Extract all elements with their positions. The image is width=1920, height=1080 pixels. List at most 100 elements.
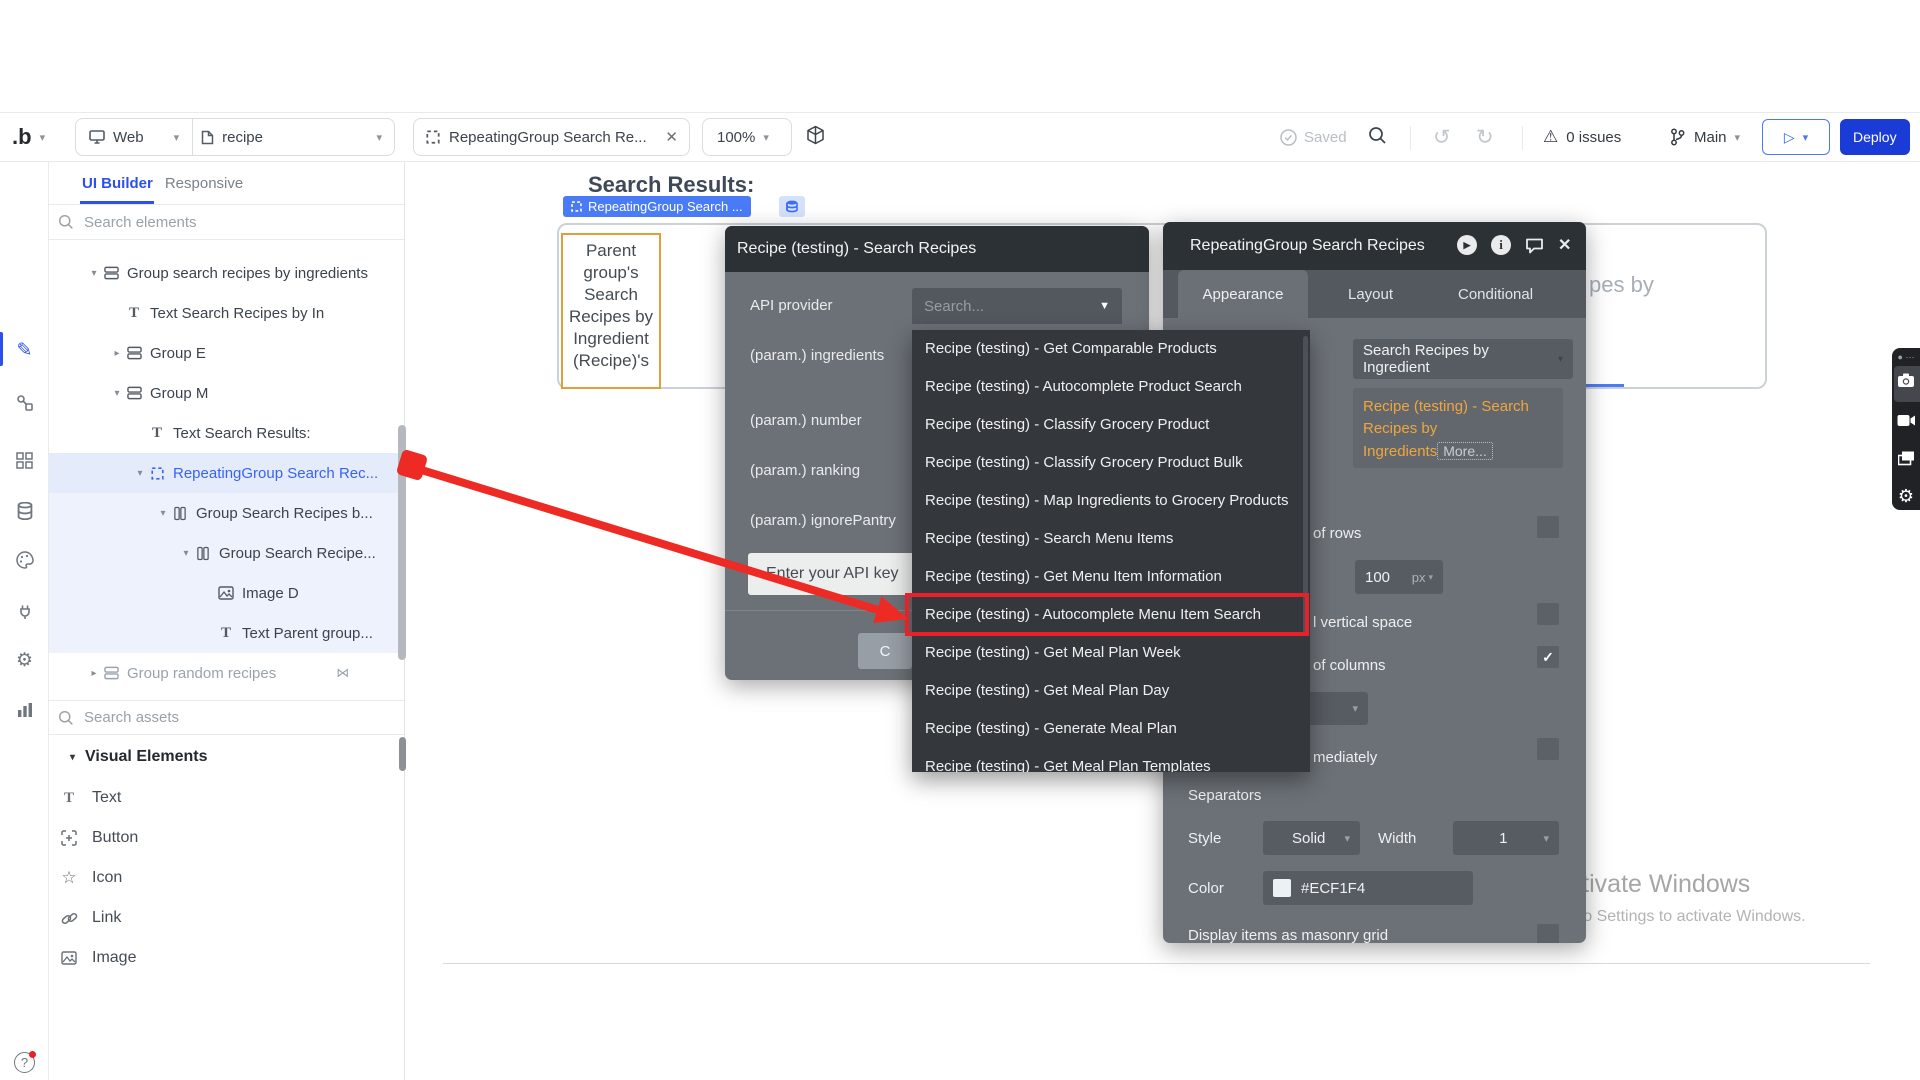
checkbox-unchecked[interactable] [1537, 516, 1559, 538]
separator-width-select[interactable]: 1 ▾ [1453, 821, 1559, 855]
git-branch-icon [1670, 128, 1685, 146]
dropdown-scrollbar[interactable] [1303, 336, 1308, 636]
separator-color-input[interactable]: #ECF1F4 [1263, 871, 1473, 905]
tab-responsive[interactable]: Responsive [165, 175, 243, 192]
more-dots-icon[interactable]: ● ⋯ [1892, 352, 1920, 363]
canvas-selected-cell[interactable]: Parent group's Search Recipes by Ingredi… [561, 233, 661, 389]
popup1-header[interactable]: Recipe (testing) - Search Recipes [725, 226, 1149, 272]
more-chip[interactable]: More... [1437, 442, 1493, 460]
checkbox-checked[interactable]: ✓ [1537, 646, 1559, 668]
preview-button[interactable]: ▷ ▾ [1762, 119, 1830, 155]
chevron-right-icon[interactable]: ▸ [110, 348, 124, 359]
grid-icon[interactable] [0, 442, 49, 478]
database-icon[interactable] [0, 493, 49, 529]
asset-item-link[interactable]: Link [49, 898, 404, 938]
chart-icon[interactable] [0, 692, 49, 728]
gear-icon[interactable]: ⚙ [1892, 486, 1920, 507]
asset-item-icon[interactable]: ☆Icon [49, 858, 404, 898]
type-of-content-input[interactable]: Search Recipes by Ingredient ▾ [1353, 339, 1573, 379]
help-icon[interactable]: ? [0, 1044, 49, 1080]
chevron-down-icon[interactable]: ▾ [156, 508, 170, 519]
play-circle-icon[interactable]: ▶ [1457, 235, 1477, 255]
branch-selector[interactable]: Main ▾ [1670, 113, 1740, 161]
dropdown-option[interactable]: Recipe (testing) - Map Ingredients to Gr… [912, 482, 1310, 520]
dropdown-option[interactable]: Recipe (testing) - Generate Meal Plan [912, 710, 1310, 748]
workflow-icon[interactable] [0, 385, 49, 421]
video-camera-icon[interactable] [1892, 414, 1920, 427]
tree-item[interactable]: ▾Group Search Recipe... [49, 533, 404, 573]
dropdown-option[interactable]: Recipe (testing) - Classify Grocery Prod… [912, 444, 1310, 482]
tree-item[interactable]: ▾Group Search Recipes b... [49, 493, 404, 533]
asset-item-image[interactable]: Image [49, 938, 404, 978]
chevron-down-icon[interactable]: ▾ [110, 388, 124, 399]
page-selector[interactable]: recipe [222, 129, 263, 146]
tree-item[interactable]: ▾Group search recipes by ingredients [49, 253, 404, 293]
gear-icon[interactable]: ⚙ [0, 642, 49, 678]
chevron-down-icon[interactable]: ▾ [133, 468, 147, 479]
tree-item[interactable]: ▾Group M [49, 373, 404, 413]
repeating-group-badge[interactable]: RepeatingGroup Search ... [563, 196, 751, 217]
canvas-heading[interactable]: Search Results: [588, 172, 754, 198]
undo-button[interactable]: ↺ [1433, 113, 1451, 161]
camera-icon[interactable] [1892, 373, 1920, 388]
palette-icon[interactable] [0, 542, 49, 578]
tree-item[interactable]: Image D [49, 573, 404, 613]
redo-button[interactable]: ↻ [1476, 113, 1494, 161]
search-button[interactable] [1368, 113, 1387, 161]
comment-icon[interactable] [1525, 237, 1544, 254]
color-swatch[interactable] [1273, 879, 1291, 897]
data-source-badge[interactable] [779, 196, 805, 217]
checkbox-unchecked[interactable] [1537, 738, 1559, 760]
asset-item-button[interactable]: Button [49, 818, 404, 858]
tab-conditional[interactable]: Conditional [1458, 270, 1533, 318]
chevron-down-icon[interactable]: ▾ [179, 548, 193, 559]
masonry-checkbox[interactable] [1537, 924, 1559, 943]
separator-style-select[interactable]: Solid ▾ [1263, 821, 1360, 855]
dropdown-option[interactable]: Recipe (testing) - Get Comparable Produc… [912, 330, 1310, 368]
tab-appearance[interactable]: Appearance [1178, 270, 1308, 318]
dropdown-option[interactable]: Recipe (testing) - Get Meal Plan Day [912, 672, 1310, 710]
dropdown-option[interactable]: Recipe (testing) - Search Menu Items [912, 520, 1310, 558]
device-selector[interactable]: Web [113, 129, 144, 146]
bubble-logo-menu[interactable]: .b ▾ [12, 113, 45, 161]
api-provider-select[interactable]: Search... ▼ [912, 288, 1122, 324]
tab-ui-builder[interactable]: UI Builder [82, 175, 153, 192]
asset-item-text[interactable]: TText [49, 778, 404, 818]
search-elements-input[interactable]: Search elements [49, 205, 404, 240]
chevron-down-icon[interactable]: ▾ [87, 268, 101, 279]
checkbox-unchecked[interactable] [1537, 603, 1559, 625]
assets-section-header[interactable]: ▾ Visual Elements [49, 738, 404, 776]
issues-indicator[interactable]: ⚠ 0 issues [1543, 113, 1621, 161]
component-library-button[interactable] [806, 113, 825, 161]
element-tab[interactable]: RepeatingGroup Search Re... ✕ [413, 118, 690, 156]
device-page-selector: Web ▾ recipe ▾ [75, 118, 395, 156]
dropdown-option[interactable]: Recipe (testing) - Autocomplete Product … [912, 368, 1310, 406]
popup1-close-button[interactable]: C [858, 633, 912, 669]
tab-layout[interactable]: Layout [1348, 270, 1393, 318]
dropdown-option[interactable]: Recipe (testing) - Classify Grocery Prod… [912, 406, 1310, 444]
row-height-input[interactable]: 100 px ▾ [1355, 560, 1443, 594]
search-assets-input[interactable]: Search assets [49, 700, 404, 735]
chevron-down-icon[interactable]: ▾ [376, 131, 382, 144]
tree-item[interactable]: TText Search Recipes by In [49, 293, 404, 333]
tree-scrollbar[interactable] [398, 425, 406, 660]
tree-item[interactable]: ▸Group E [49, 333, 404, 373]
tree-item[interactable]: TText Parent group... [49, 613, 404, 653]
deploy-button[interactable]: Deploy [1840, 119, 1910, 155]
zoom-selector[interactable]: 100% ▾ [702, 118, 792, 156]
pencil-icon[interactable]: ✎ [0, 332, 49, 368]
dropdown-option[interactable]: Recipe (testing) - Get Meal Plan Week [912, 634, 1310, 672]
info-circle-icon[interactable]: i [1491, 235, 1511, 255]
tree-item[interactable]: TText Search Results: [49, 413, 404, 453]
copy-windows-icon[interactable] [1892, 451, 1920, 466]
data-source-expression[interactable]: Recipe (testing) - Search Recipes by Ing… [1353, 388, 1563, 468]
dropdown-option[interactable]: Recipe (testing) - Get Menu Item Informa… [912, 558, 1310, 596]
dropdown-option[interactable]: Recipe (testing) - Get Meal Plan Templat… [912, 748, 1310, 772]
chevron-right-icon[interactable]: ▸ [87, 668, 101, 679]
close-icon[interactable]: ✕ [665, 128, 678, 146]
tree-item[interactable]: ▾RepeatingGroup Search Rec... [49, 453, 404, 493]
tree-item[interactable]: ▸Group random recipes⋈ [49, 653, 404, 693]
chevron-down-icon[interactable]: ▾ [174, 131, 180, 144]
close-icon[interactable]: ✕ [1558, 235, 1571, 255]
plug-icon[interactable] [0, 593, 49, 629]
